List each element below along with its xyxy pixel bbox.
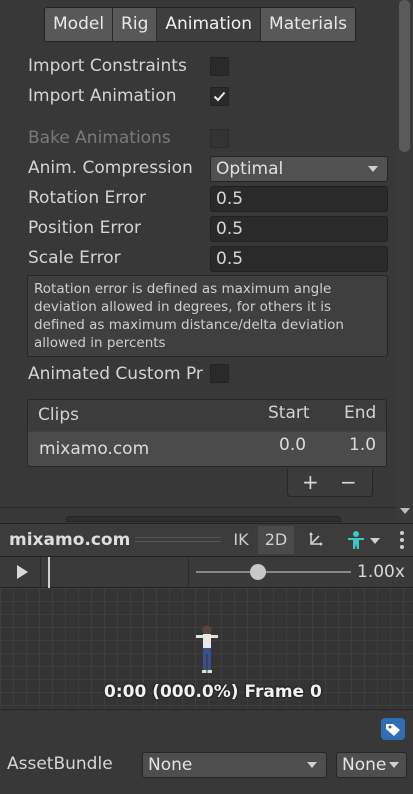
scale-error-field[interactable]: 0.5 (210, 246, 388, 272)
asset-bundle-label: AssetBundle (7, 754, 113, 774)
remove-clip-button[interactable]: − (340, 470, 357, 494)
scroll-down-icon[interactable] (400, 508, 410, 514)
asset-bundle-section: AssetBundle None None (0, 709, 413, 794)
rotation-error-field[interactable]: 0.5 (210, 186, 388, 212)
clips-column-name: Clips (38, 405, 79, 425)
asset-bundle-dropdown[interactable]: None (142, 752, 327, 778)
separator (40, 557, 41, 588)
timeline-bar: 1.00x (0, 557, 413, 588)
asset-bundle-variant-dropdown[interactable]: None (336, 752, 407, 778)
chevron-down-icon (307, 762, 317, 768)
tab-model[interactable]: Model (45, 8, 114, 41)
error-help-box: Rotation error is defined as maximum ang… (27, 275, 388, 357)
splitter-handle[interactable] (66, 516, 341, 522)
avatar-preview-dropdown[interactable] (340, 526, 382, 554)
timeline-cursor[interactable] (48, 557, 50, 588)
chevron-down-icon (368, 166, 378, 172)
tab-animation[interactable]: Animation (157, 8, 262, 41)
animated-custom-properties-label: Animated Custom Pr (28, 364, 203, 384)
anim-compression-value: Optimal (216, 159, 284, 179)
pivot-toggle[interactable] (299, 526, 331, 554)
speed-slider-track[interactable] (196, 571, 351, 573)
import-constraints-label: Import Constraints (28, 56, 187, 76)
clips-column-end: End (344, 403, 377, 423)
import-animation-checkbox[interactable] (210, 87, 229, 106)
chevron-down-icon (389, 762, 399, 768)
asset-bundle-variant-value: None (342, 755, 387, 775)
divider (0, 507, 396, 508)
tag-icon[interactable] (381, 718, 405, 740)
time-readout: 0:00 (000.0%) Frame 0 (104, 682, 322, 702)
tab-materials[interactable]: Materials (261, 8, 355, 41)
checkmark-icon (213, 91, 226, 102)
header-grip (135, 537, 221, 538)
clip-end: 1.0 (349, 435, 377, 455)
preview-title: mixamo.com (9, 530, 131, 550)
clip-row[interactable]: mixamo.com 0.0 1.0 (28, 432, 386, 466)
bake-animations-checkbox[interactable] (210, 129, 229, 148)
2d-toggle[interactable]: 2D (258, 526, 294, 554)
scale-error-label: Scale Error (28, 248, 121, 268)
position-error-field[interactable]: 0.5 (210, 216, 388, 242)
speed-slider-thumb[interactable] (250, 564, 266, 580)
preview-header: mixamo.com IK 2D (0, 523, 413, 557)
import-tabs: Model Rig Animation Materials (44, 7, 356, 42)
animated-custom-properties-checkbox[interactable] (210, 364, 229, 383)
anim-compression-dropdown[interactable]: Optimal (210, 156, 388, 182)
clips-list: Clips Start End mixamo.com 0.0 1.0 (27, 399, 387, 467)
avatar-icon (348, 531, 364, 549)
inspector-scrollbar-thumb[interactable] (399, 0, 410, 152)
more-options-icon[interactable] (396, 528, 408, 552)
clip-name: mixamo.com (39, 439, 150, 459)
pivot-icon (309, 532, 323, 546)
position-error-label: Position Error (28, 218, 142, 238)
clips-column-start: Start (268, 403, 310, 423)
clips-header: Clips Start End (28, 400, 386, 431)
import-animation-label: Import Animation (28, 86, 177, 106)
character-model (196, 625, 218, 673)
header-grip-2 (135, 541, 221, 542)
anim-compression-label: Anim. Compression (28, 158, 193, 178)
clip-start: 0.0 (279, 435, 307, 455)
bake-animations-label: Bake Animations (28, 128, 171, 148)
speed-readout: 1.00x (357, 562, 405, 582)
animation-preview-viewport[interactable]: 0:00 (000.0%) Frame 0 (0, 588, 413, 708)
import-constraints-checkbox[interactable] (210, 57, 229, 76)
separator-2 (188, 557, 189, 588)
play-icon[interactable] (14, 564, 30, 580)
add-clip-button[interactable]: + (302, 470, 319, 494)
clips-add-remove: + − (287, 469, 373, 497)
ik-toggle[interactable]: IK (226, 526, 256, 554)
asset-bundle-value: None (148, 755, 193, 775)
tab-rig[interactable]: Rig (113, 8, 158, 41)
rotation-error-label: Rotation Error (28, 188, 146, 208)
chevron-down-icon (370, 538, 380, 544)
